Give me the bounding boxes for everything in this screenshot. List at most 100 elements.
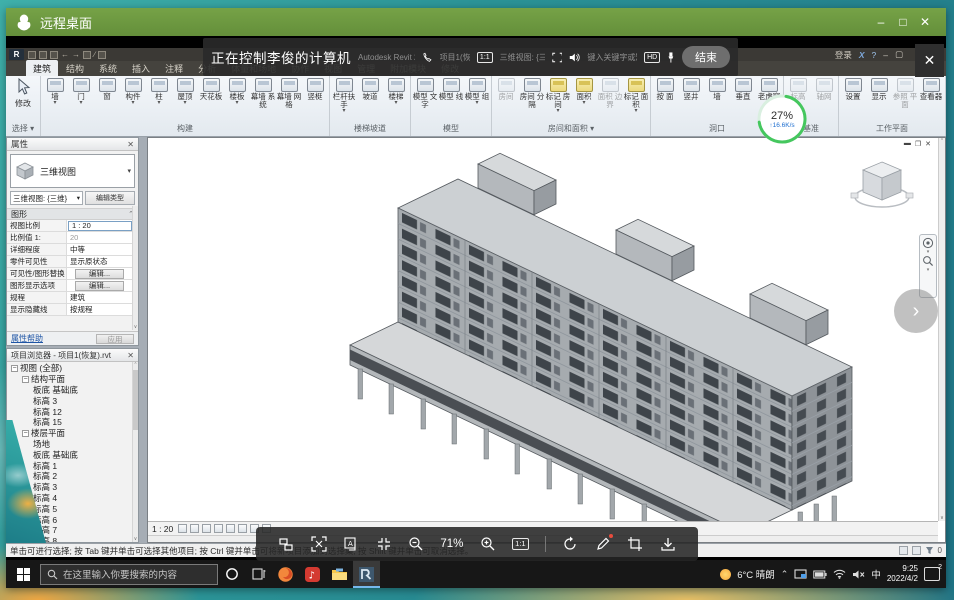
tree-item[interactable]: 场地 [7,439,138,450]
tool-viewer-icon[interactable]: 查看器 [918,78,944,101]
viewcube[interactable] [849,152,915,218]
tool-tag-area-icon[interactable]: 标记 面积▾ [623,78,649,113]
tool-opening-by-face-icon[interactable]: 按 面 [652,78,678,101]
tool-model-text-icon[interactable]: 模型 文字 [412,78,438,109]
signin-label[interactable]: 登录 [835,49,852,61]
crop-view-icon[interactable] [238,524,247,533]
help-icon[interactable]: ? [872,50,877,60]
tree-item[interactable]: −结构平面 [7,374,138,385]
tool-ramp-icon[interactable]: 坡道 [357,78,383,101]
project-browser-close-icon[interactable]: ✕ [127,351,134,360]
drawing-area[interactable]: ▬ ❐ ✕ ▾ [147,137,946,543]
taskbar-search-input[interactable]: 在这里输入你要搜索的内容 [40,564,218,585]
tree-expander-icon[interactable]: − [11,365,18,372]
tree-item[interactable]: 板底 基础底 [7,385,138,396]
view-minimize-icon[interactable]: ▬ [904,140,911,148]
browser-scrollbar[interactable]: ⌃∨ [132,362,138,542]
weather-icon[interactable] [720,569,731,580]
remote-maximize-button[interactable]: □ [892,15,914,29]
hd-quality-icon[interactable]: HD [644,52,660,63]
undo-icon[interactable]: ← [61,50,69,59]
tree-item[interactable]: 标高 1 [7,460,138,471]
tool-ref-plane-icon[interactable]: 参照 平面 [892,78,918,109]
open-icon[interactable] [39,51,47,59]
tool-set-workplane-icon[interactable]: 设置 [840,78,866,101]
speaker-icon[interactable] [569,51,580,64]
filter-icon[interactable] [925,546,934,555]
measure-icon[interactable]: ∕ [94,50,95,59]
tool-area-icon[interactable]: 面积▾ [571,78,597,105]
crop-icon[interactable] [627,536,643,552]
netease-music-icon[interactable]: ♪ [299,560,326,588]
tool-model-group-icon[interactable]: 模型 组▾ [464,78,490,105]
ocr-translate-icon[interactable]: A [343,536,359,552]
tool-area-boundary-icon[interactable]: 面积 边界 [597,78,623,109]
property-value[interactable]: 显示原状态 [67,256,138,267]
tool-room-separator-icon[interactable]: 房间 分隔 [519,78,545,109]
3d-view-icon[interactable] [98,51,106,59]
one-to-one-zoom-icon[interactable]: 1:1 [512,538,528,550]
property-value[interactable]: 按规程 [67,304,138,315]
scale-icon[interactable] [178,524,187,533]
canvas-vertical-scrollbar[interactable]: ⌃∨ [938,138,945,521]
revit-restore-button[interactable]: ▢ [895,49,903,60]
tool-curtain-grid-icon[interactable]: 幕墙 网格 [276,78,302,109]
tree-item[interactable]: −楼层平面 [7,428,138,439]
tool-show-workplane-icon[interactable]: 显示 [866,78,892,101]
start-button[interactable] [6,568,40,581]
hidden-icons-chevron[interactable]: ⌃ [781,569,789,580]
end-control-button[interactable]: 结束 [682,46,730,68]
view-scale[interactable]: 1 : 20 [152,524,173,534]
fullscreen-icon[interactable] [552,51,563,64]
download-icon[interactable] [660,536,676,552]
rotate-screen-icon[interactable] [562,536,578,552]
save-icon[interactable] [50,51,58,59]
ribbon-tab-1[interactable]: 建筑 [26,60,58,76]
display-cast-icon[interactable] [794,569,807,580]
exchange-apps-icon[interactable]: X [859,50,865,60]
remote-minimize-button[interactable]: – [870,15,892,29]
task-view-icon[interactable] [245,560,272,588]
notification-center-icon[interactable]: 2 [924,567,940,581]
tool-room-icon[interactable]: 房间 [493,78,519,101]
new-icon[interactable] [28,51,36,59]
tool-tag-room-icon[interactable]: 标记 房间▾ [545,78,571,113]
voice-call-icon[interactable] [422,51,432,64]
view-close-icon[interactable]: ✕ [925,140,931,148]
file-explorer-icon[interactable] [326,560,353,588]
tool-vertical-opening-icon[interactable]: 垂直 [730,78,756,101]
tool-component-icon[interactable]: 构件▾ [120,78,146,105]
shadows-icon[interactable] [226,524,235,533]
tool-stair-icon[interactable]: 楼梯▾ [383,78,409,105]
tool-ceiling-icon[interactable]: 天花板 [198,78,224,101]
ribbon-tab-5[interactable]: 注释 [158,60,190,76]
print-icon[interactable] [83,51,91,59]
apply-button[interactable]: 应用 [96,334,134,344]
battery-icon[interactable] [813,570,827,579]
ribbon-tab-2[interactable]: 结构 [59,60,91,76]
steering-wheel-icon[interactable] [922,237,934,249]
tool-column-icon[interactable]: 柱▾ [146,78,172,105]
volume-muted-icon[interactable] [852,569,865,580]
annotate-icon[interactable] [595,536,611,552]
properties-help-link[interactable]: 属性帮助 [11,333,43,344]
weather-text[interactable]: 6°C 晴朗 [737,567,775,581]
revit-taskbar-icon[interactable] [353,560,380,588]
tool-mullion-icon[interactable]: 竖梃 [302,78,328,101]
edit-type-button[interactable]: 编辑类型 [85,191,135,205]
ime-indicator[interactable]: 中 [871,567,881,581]
tool-model-line-icon[interactable]: 模型 线 [438,78,464,101]
ribbon-tab-3[interactable]: 系统 [92,60,124,76]
view-restore-icon[interactable]: ❐ [915,140,921,148]
instance-selector[interactable]: 三维视图: {三维}▾ [10,191,83,205]
graphics-section-header[interactable]: 图形 ⌃ [7,208,138,220]
revit-close-button[interactable]: ✕ [915,44,944,77]
tool-window-icon[interactable]: 窗 [94,78,120,101]
firefox-icon[interactable] [272,560,299,588]
property-value[interactable]: 编辑... [75,269,124,279]
tool-shaft-opening-icon[interactable]: 竖井 [678,78,704,101]
tree-expander-icon[interactable]: − [22,376,29,383]
revit-minimize-button[interactable]: – [883,50,888,60]
type-selector[interactable]: 三维视图 ▾ [10,154,135,188]
screen-capture-icon[interactable] [311,536,327,552]
